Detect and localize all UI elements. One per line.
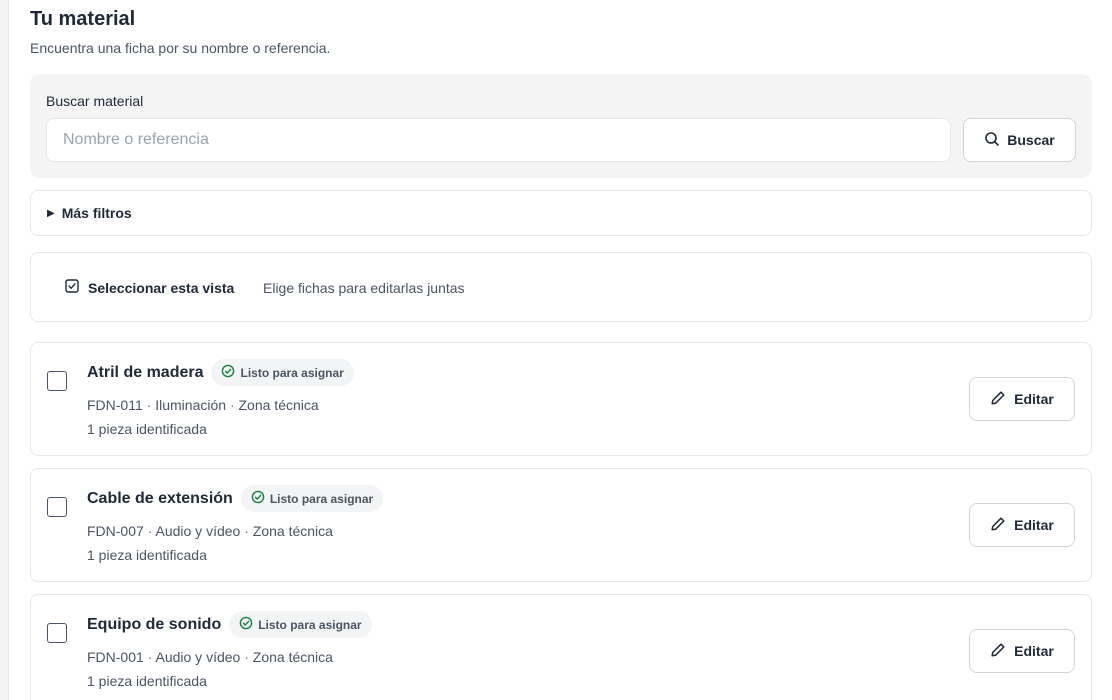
pencil-icon xyxy=(990,642,1006,661)
material-pieces: 1 pieza identificada xyxy=(87,673,207,689)
status-text: Listo para asignar xyxy=(269,491,374,506)
search-button[interactable]: Buscar xyxy=(963,118,1076,162)
meta-separator: · xyxy=(147,523,153,539)
status-badge: Listo para asignar xyxy=(240,485,384,512)
material-ref: FDN-007 xyxy=(87,523,144,539)
card-header: Atril de madera Listo para asignar xyxy=(87,359,354,386)
item-checkbox[interactable] xyxy=(47,497,67,517)
edit-button-label: Editar xyxy=(1014,643,1054,659)
material-card: Equipo de sonido Listo para asignar FDN-… xyxy=(30,594,1092,700)
status-text: Listo para asignar xyxy=(240,365,344,380)
pencil-icon xyxy=(990,516,1006,535)
selection-bar: Seleccionar esta vista Elige fichas para… xyxy=(30,252,1092,322)
material-zone: Zona técnica xyxy=(252,649,333,665)
item-checkbox[interactable] xyxy=(47,623,67,643)
material-pieces: 1 pieza identificada xyxy=(87,547,207,563)
more-filters-label: Más filtros xyxy=(61,205,132,221)
meta-separator: · xyxy=(244,523,249,539)
check-circle-icon xyxy=(251,490,265,507)
material-meta: FDN-011 · Iluminación · Zona técnica xyxy=(87,397,319,413)
check-circle-icon xyxy=(239,616,253,633)
meta-separator: · xyxy=(229,397,235,413)
card-header: Equipo de sonido Listo para asignar xyxy=(87,611,372,638)
material-card: Cable de extensión Listo para asignar FD… xyxy=(30,468,1092,582)
material-pieces: 1 pieza identificada xyxy=(87,421,207,437)
material-ref: FDN-001 xyxy=(87,649,144,665)
meta-separator: · xyxy=(147,649,153,665)
checkbox-checked-icon xyxy=(65,279,79,296)
edit-button-label: Editar xyxy=(1014,517,1054,533)
search-icon xyxy=(984,131,1000,150)
material-name: Atril de madera xyxy=(87,363,204,381)
edit-button-label: Editar xyxy=(1014,391,1054,407)
check-circle-icon xyxy=(221,364,235,381)
status-text: Listo para asignar xyxy=(258,617,362,632)
material-card: Atril de madera Listo para asignar FDN-0… xyxy=(30,342,1092,456)
edit-button[interactable]: Editar xyxy=(969,377,1075,421)
material-zone: Zona técnica xyxy=(252,523,333,539)
material-meta: FDN-001 · Audio y vídeo · Zona técnica xyxy=(87,649,333,665)
material-zone: Zona técnica xyxy=(238,397,319,413)
meta-separator: · xyxy=(244,649,249,665)
select-view-hint: Elige fichas para editarlas juntas xyxy=(263,280,465,296)
select-view-label: Seleccionar esta vista xyxy=(88,279,235,296)
meta-separator: · xyxy=(146,397,152,413)
search-button-label: Buscar xyxy=(1007,132,1055,148)
edit-button[interactable]: Editar xyxy=(969,503,1075,547)
item-checkbox[interactable] xyxy=(47,371,67,391)
search-section: Buscar material Buscar xyxy=(30,74,1092,178)
material-name: Cable de extensión xyxy=(87,489,233,507)
pencil-icon xyxy=(990,390,1006,409)
search-input[interactable] xyxy=(46,118,951,162)
select-view-button[interactable]: Seleccionar esta vista xyxy=(65,279,234,296)
material-ref: FDN-011 xyxy=(87,397,143,413)
triangle-right-icon: ▶ xyxy=(47,207,55,219)
page-subtitle: Encuentra una ficha por su nombre o refe… xyxy=(30,40,331,56)
more-filters-toggle[interactable]: ▶ Más filtros xyxy=(30,190,1092,236)
material-meta: FDN-007 · Audio y vídeo · Zona técnica xyxy=(87,523,333,539)
page-title: Tu material xyxy=(30,8,136,30)
material-category: Audio y vídeo xyxy=(155,523,241,539)
status-badge: Listo para asignar xyxy=(229,611,372,638)
main-panel: Tu material Encuentra una ficha por su n… xyxy=(8,0,1112,700)
material-category: Iluminación xyxy=(155,397,227,413)
search-label: Buscar material xyxy=(46,93,144,109)
card-header: Cable de extensión Listo para asignar xyxy=(87,485,384,512)
edit-button[interactable]: Editar xyxy=(969,629,1075,673)
status-badge: Listo para asignar xyxy=(211,359,354,386)
material-name: Equipo de sonido xyxy=(87,615,222,633)
material-category: Audio y vídeo xyxy=(155,649,241,665)
